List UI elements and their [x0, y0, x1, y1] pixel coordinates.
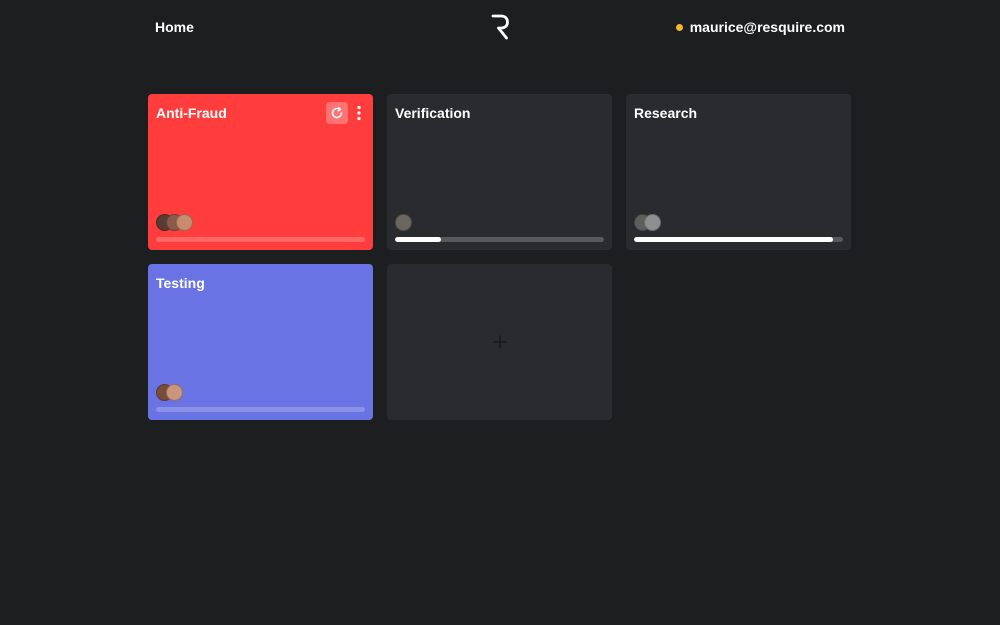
progress-bar [395, 237, 604, 242]
refresh-button[interactable] [326, 102, 348, 124]
progress-fill [395, 237, 441, 242]
avatar [644, 214, 661, 231]
status-indicator [675, 23, 683, 31]
member-avatars [156, 384, 183, 401]
header: Home maurice@resquire.com [0, 0, 1000, 54]
avatar [166, 384, 183, 401]
user-account[interactable]: maurice@resquire.com [675, 18, 845, 36]
member-avatars [634, 214, 661, 231]
avatar [395, 214, 412, 231]
progress-bar [634, 237, 843, 242]
member-avatars [156, 214, 193, 231]
member-avatars [395, 214, 412, 231]
plus-icon [492, 335, 507, 349]
project-card-verification[interactable]: Verification [387, 94, 612, 250]
add-project-card[interactable] [387, 264, 612, 420]
avatar [176, 214, 193, 231]
project-grid: Anti-Fraud Verification Research Testing [148, 94, 851, 420]
card-title: Verification [395, 105, 471, 121]
card-title: Anti-Fraud [156, 105, 227, 121]
progress-bar [156, 237, 365, 242]
card-title: Research [634, 105, 698, 121]
user-email: maurice@resquire.com [689, 19, 845, 35]
progress-bar [156, 407, 365, 412]
card-actions [326, 102, 364, 124]
project-card-research[interactable]: Research [626, 94, 851, 250]
project-card-testing[interactable]: Testing [148, 264, 373, 420]
resquire-logo[interactable] [490, 14, 510, 40]
project-card-anti-fraud[interactable]: Anti-Fraud [148, 94, 373, 250]
progress-fill [634, 237, 833, 242]
refresh-icon [331, 106, 343, 119]
dashboard-page: Home maurice@resquire.com Anti-Fraud Ver… [0, 0, 1000, 625]
card-title: Testing [156, 275, 205, 291]
more-vertical-icon [357, 105, 361, 121]
home-link[interactable]: Home [155, 18, 194, 36]
more-menu-button[interactable] [354, 102, 364, 124]
